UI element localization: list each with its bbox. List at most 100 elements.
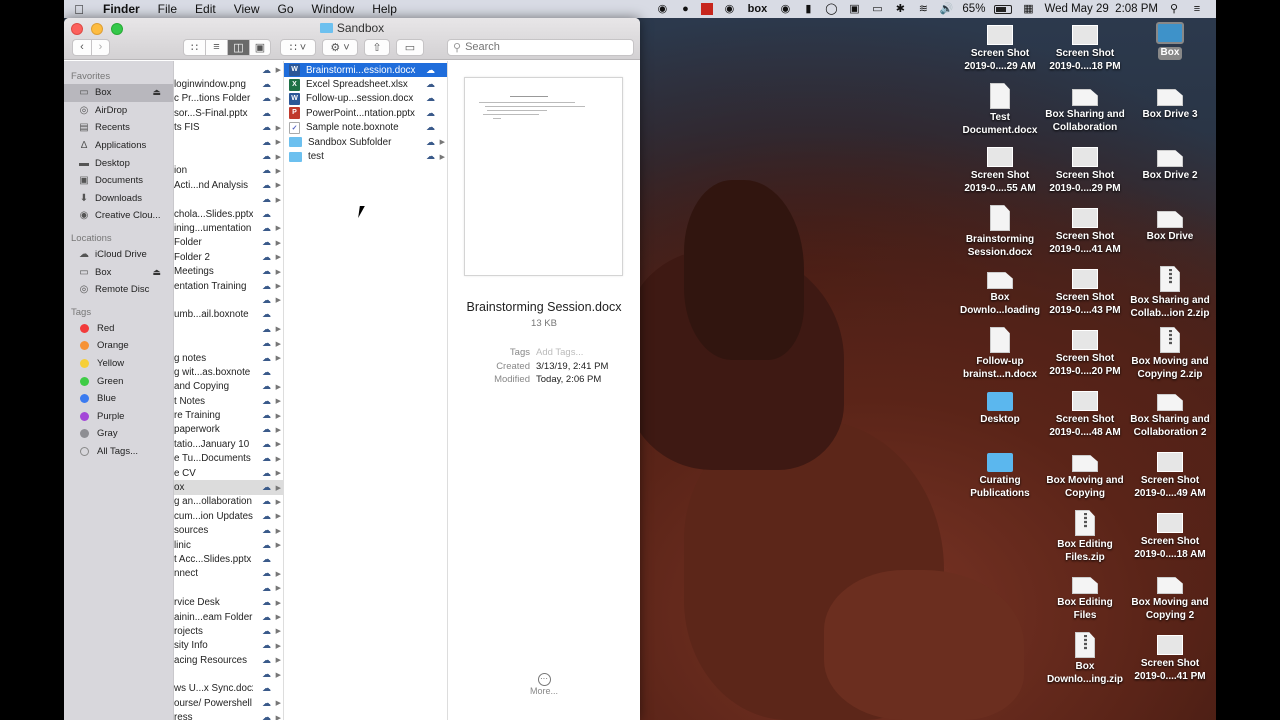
desktop-icon-item[interactable]: Screen Shot 2019-0....41 AM [1042, 205, 1128, 256]
list-item[interactable]: and Copying ☁ ▶ [174, 380, 283, 394]
parent-column[interactable]: ☁ ▶ loginwindow.png ☁ c Pr...tions Folder ☁ ▶ s… [174, 61, 284, 720]
desktop-icon-item[interactable]: Box Editing Files [1042, 571, 1128, 622]
list-item[interactable]: e CV ☁ ▶ [174, 466, 283, 480]
sidebar-item-desktop[interactable]: ▬ Desktop [64, 154, 173, 172]
list-item[interactable]: c Pr...tions Folder ☁ ▶ [174, 92, 283, 106]
sidebar-item-creative-clou[interactable]: ◉ Creative Clou... [64, 207, 173, 225]
desktop-icon-item[interactable]: Box [1127, 22, 1213, 60]
sidebar-tag-yellow[interactable]: Yellow [64, 355, 173, 373]
desktop-icon-item[interactable]: Screen Shot 2019-0....55 AM [957, 144, 1043, 195]
desktop-icon-item[interactable]: Box Sharing and Collaboration 2 [1127, 388, 1213, 439]
document-thumbnail[interactable] [464, 77, 623, 276]
menu-view[interactable]: View [225, 2, 269, 16]
sidebar-tag-red[interactable]: Red [64, 320, 173, 338]
sandbox-column[interactable]: W Brainstormi...ession.docx ☁ X Excel Spread… [284, 61, 448, 720]
desktop-icon-item[interactable]: Screen Shot 2019-0....18 AM [1127, 510, 1213, 561]
notification-center-icon[interactable]: ≡ [1190, 3, 1204, 15]
app-status-icon[interactable]: ◉ [722, 3, 736, 15]
action-gear-button[interactable]: ⚙ ˅ [322, 38, 358, 56]
list-item[interactable]: re Training ☁ ▶ [174, 408, 283, 422]
spotlight-icon[interactable]: ⚲ [1167, 3, 1181, 15]
list-item[interactable]: sources ☁ ▶ [174, 524, 283, 538]
sidebar-item-airdrop[interactable]: ◎ AirDrop [64, 102, 173, 120]
list-item[interactable]: ourse/ Powershell ☁ ▶ [174, 696, 283, 710]
app-status-icon[interactable]: ▦ [1021, 3, 1035, 15]
creative-cloud-icon[interactable]: ◉ [655, 3, 669, 15]
menu-app-name[interactable]: Finder [94, 2, 149, 16]
sidebar-item-recents[interactable]: ▤ Recents [64, 119, 173, 137]
list-item[interactable]: sity Info ☁ ▶ [174, 639, 283, 653]
sidebar-tag-orange[interactable]: Orange [64, 337, 173, 355]
group-by-button[interactable]: ∷ ˅ [280, 38, 316, 56]
desktop-icon-item[interactable]: Box Downlo...ing.zip [1042, 632, 1128, 686]
list-item[interactable]: t Acc...Slides.pptx ☁ [174, 552, 283, 566]
sidebar-tag-blue[interactable]: Blue [64, 390, 173, 408]
forward-button[interactable]: › [91, 38, 110, 56]
list-item[interactable]: ox ☁ ▶ [174, 480, 283, 495]
list-item[interactable]: ☁ ▶ [174, 135, 283, 149]
list-item[interactable]: Sandbox Subfolder ☁ ▶ [284, 135, 447, 149]
list-item[interactable]: ts FIS ☁ ▶ [174, 121, 283, 135]
list-item[interactable]: t Notes ☁ ▶ [174, 394, 283, 408]
search-input[interactable] [465, 41, 616, 53]
menu-help[interactable]: Help [363, 2, 406, 16]
red-square-icon[interactable] [701, 3, 714, 15]
list-item[interactable]: Meetings ☁ ▶ [174, 264, 283, 278]
list-item[interactable]: g an...ollaboration ☁ ▶ [174, 495, 283, 509]
menu-edit[interactable]: Edit [186, 2, 225, 16]
desktop-icon-item[interactable]: Box Moving and Copying 2.zip [1127, 327, 1213, 381]
menu-window[interactable]: Window [303, 2, 364, 16]
menu-go[interactable]: Go [269, 2, 303, 16]
sidebar-item-remote-disc[interactable]: ◎ Remote Disc [64, 281, 173, 299]
app-status-icon[interactable]: ▮ [801, 3, 815, 15]
list-item[interactable]: cum...ion Updates ☁ ▶ [174, 509, 283, 523]
list-item[interactable]: test ☁ ▶ [284, 149, 447, 163]
list-item[interactable]: linic ☁ ▶ [174, 538, 283, 552]
bluetooth-icon[interactable]: ✱ [893, 3, 907, 15]
list-item[interactable]: ion ☁ ▶ [174, 164, 283, 178]
menu-file[interactable]: File [149, 2, 186, 16]
list-item[interactable]: tatio...January 10 ☁ ▶ [174, 437, 283, 451]
list-item[interactable]: ress ☁ ▶ [174, 711, 283, 720]
desktop-icon-item[interactable]: Desktop [957, 388, 1043, 427]
list-item[interactable]: rojects ☁ ▶ [174, 624, 283, 638]
screen-record-icon[interactable]: ▣ [847, 3, 861, 15]
list-item[interactable]: W Brainstormi...ession.docx ☁ [284, 63, 447, 78]
desktop-icon-item[interactable]: Screen Shot 2019-0....18 PM [1042, 22, 1128, 73]
sidebar-item-applications[interactable]: ∆ Applications [64, 137, 173, 155]
icon-view-button[interactable]: ∷ [183, 38, 205, 56]
list-item[interactable]: ☁ ▶ [174, 322, 283, 336]
list-item[interactable]: ☁ ▶ [174, 581, 283, 595]
sidebar-item-box[interactable]: ▭ Box ⏏ [64, 84, 173, 102]
list-item[interactable]: loginwindow.png ☁ [174, 77, 283, 91]
sidebar-tag-green[interactable]: Green [64, 372, 173, 390]
list-item[interactable]: ✓ Sample note.boxnote ☁ [284, 121, 447, 135]
desktop-icon-item[interactable]: Screen Shot 2019-0....43 PM [1042, 266, 1128, 317]
list-item[interactable]: X Excel Spreadsheet.xlsx ☁ [284, 77, 447, 91]
desktop-icon-item[interactable]: Test Document.docx [957, 83, 1043, 137]
desktop-icon-item[interactable]: Screen Shot 2019-0....49 AM [1127, 449, 1213, 500]
list-item[interactable]: ☁ ▶ [174, 149, 283, 163]
desktop-icon-item[interactable]: Follow-up brainst...n.docx [957, 327, 1043, 381]
list-item[interactable]: P PowerPoint...ntation.pptx ☁ [284, 106, 447, 120]
column-view-button[interactable]: ◫ [227, 38, 249, 56]
list-item[interactable]: Folder ☁ ▶ [174, 236, 283, 250]
sidebar-tag-gray[interactable]: Gray [64, 425, 173, 443]
sync-icon[interactable]: ◯ [824, 3, 838, 15]
list-item[interactable]: chola...Slides.pptx ☁ [174, 207, 283, 221]
eject-icon[interactable]: ⏏ [152, 267, 161, 278]
desktop-icon-item[interactable]: Screen Shot 2019-0....29 AM [957, 22, 1043, 73]
desktop-icon-item[interactable]: Brainstorming Session.docx [957, 205, 1043, 259]
list-item[interactable]: umb...ail.boxnote ☁ [174, 308, 283, 322]
sidebar-item-downloads[interactable]: ⬇ Downloads [64, 190, 173, 208]
volume-icon[interactable]: 🔊 [939, 3, 954, 15]
list-item[interactable]: Acti...nd Analysis ☁ ▶ [174, 178, 283, 192]
box-icon[interactable]: box [745, 3, 769, 15]
desktop-icon-item[interactable]: Screen Shot 2019-0....29 PM [1042, 144, 1128, 195]
desktop-icon-item[interactable]: Box Moving and Copying [1042, 449, 1128, 500]
desktop-icon-item[interactable]: Box Sharing and Collaboration [1042, 83, 1128, 134]
desktop-icon-item[interactable]: Box Editing Files.zip [1042, 510, 1128, 564]
desktop-icon-item[interactable]: Screen Shot 2019-0....41 PM [1127, 632, 1213, 683]
list-item[interactable]: ws U...x Sync.docx ☁ [174, 682, 283, 696]
list-item[interactable]: e Tu...Documents ☁ ▶ [174, 452, 283, 466]
